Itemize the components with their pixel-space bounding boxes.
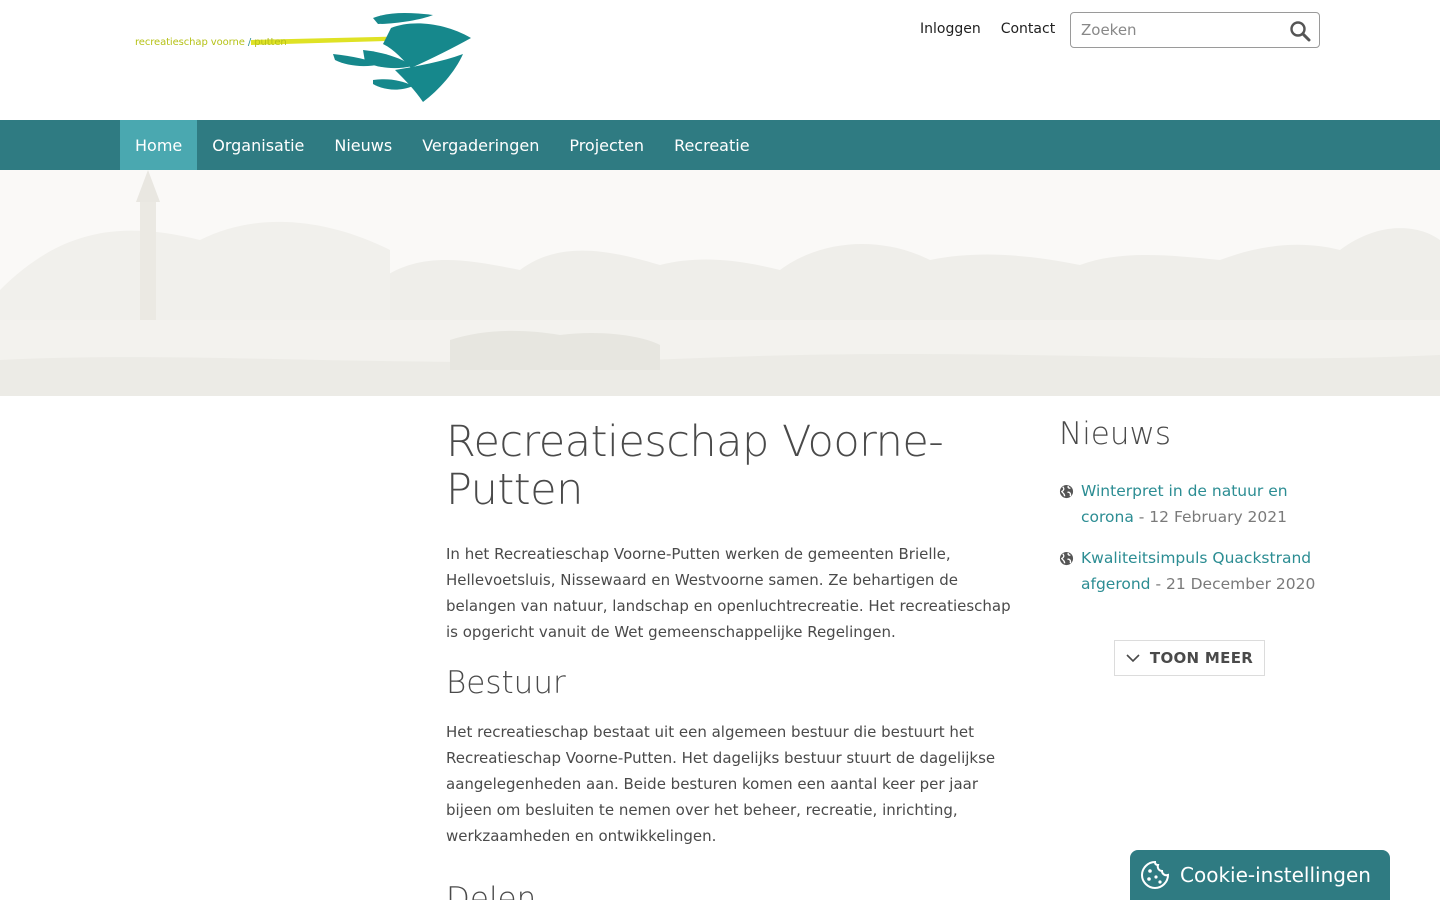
news-item: Winterpret in de natuur en corona - 12 F… [1059, 478, 1321, 530]
delen-heading: Delen [446, 881, 537, 900]
cookie-icon [1140, 860, 1170, 890]
news-date: - 21 December 2020 [1155, 575, 1316, 593]
utility-links: Inloggen Contact [920, 21, 1055, 37]
contact-link[interactable]: Contact [1001, 21, 1055, 37]
logo-text-slash: / [247, 37, 252, 48]
globe-icon [1059, 551, 1074, 566]
logo-text: recreatieschap voorne / putten [135, 37, 287, 48]
login-link[interactable]: Inloggen [920, 21, 981, 37]
logo-graphic [251, 13, 471, 102]
cookie-settings-button[interactable]: Cookie-instellingen [1130, 850, 1390, 900]
news-heading: Nieuws [1059, 416, 1172, 452]
globe-icon [1059, 484, 1074, 499]
page-title: Recreatieschap Voorne-Putten [446, 417, 944, 515]
bestuur-paragraph: Het recreatieschap bestaat uit een algem… [446, 723, 996, 845]
show-more-button[interactable]: TOON MEER [1114, 640, 1265, 676]
nav-item-nieuws[interactable]: Nieuws [319, 120, 407, 170]
chevron-down-icon [1126, 653, 1140, 662]
show-more-label: TOON MEER [1149, 649, 1254, 667]
main-navigation: Home Organisatie Nieuws Vergaderingen Pr… [0, 120, 1440, 170]
news-list: Winterpret in de natuur en corona - 12 F… [1059, 478, 1321, 597]
nav-item-recreatie[interactable]: Recreatie [659, 120, 764, 170]
news-sidebar: Nieuws Winterpret in de natuur en corona… [1059, 416, 1321, 676]
cookie-settings-label: Cookie-instellingen [1180, 863, 1371, 887]
intro-paragraph: In het Recreatieschap Voorne-Putten werk… [446, 545, 1011, 641]
news-item: Kwaliteitsimpuls Quackstrand afgerond - … [1059, 545, 1321, 597]
site-logo[interactable]: recreatieschap voorne / putten [133, 10, 478, 110]
main-content: Recreatieschap Voorne-Putten In het Recr… [446, 418, 1016, 900]
nav-item-projecten[interactable]: Projecten [554, 120, 659, 170]
hero-banner [0, 170, 1440, 396]
logo-text-left: recreatieschap voorne [135, 37, 245, 48]
logo-text-right: putten [254, 37, 287, 48]
nav-item-home[interactable]: Home [120, 120, 198, 170]
bestuur-heading: Bestuur [446, 665, 566, 701]
nav-item-organisatie[interactable]: Organisatie [197, 120, 319, 170]
site-header: recreatieschap voorne / putten Inloggen … [0, 0, 1440, 120]
nav-item-vergaderingen[interactable]: Vergaderingen [407, 120, 554, 170]
hero-landscape-image [0, 170, 1440, 396]
search-box [1070, 12, 1320, 48]
search-input[interactable] [1071, 13, 1281, 47]
nav-list: Home Organisatie Nieuws Vergaderingen Pr… [120, 120, 765, 170]
news-date: - 12 February 2021 [1138, 508, 1288, 526]
search-icon[interactable] [1289, 20, 1311, 42]
